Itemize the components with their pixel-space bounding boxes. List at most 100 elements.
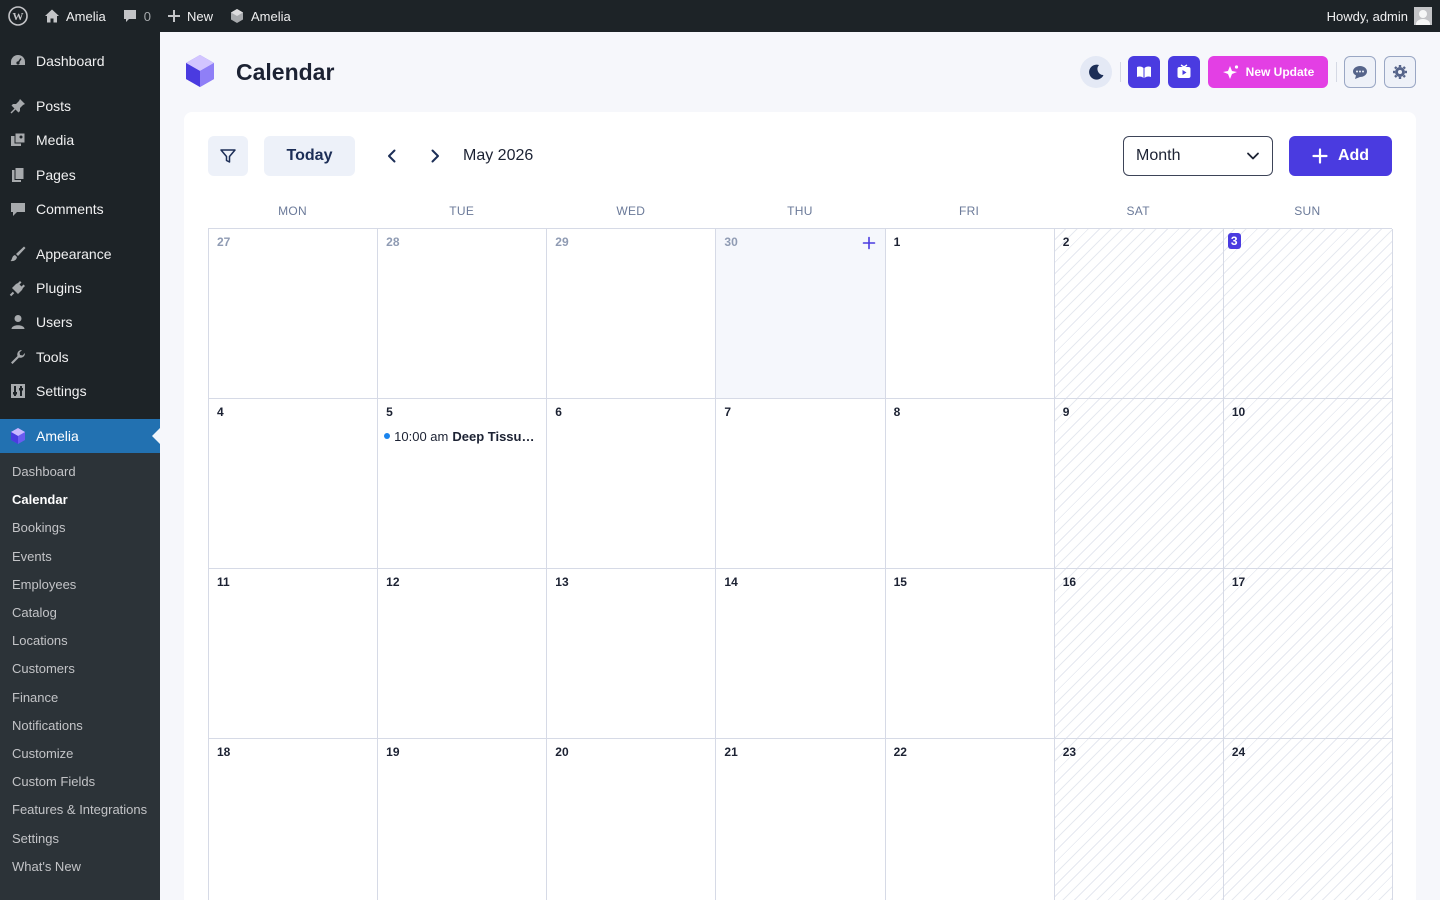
- sidebar-item-label: Comments: [36, 201, 104, 217]
- event-dot-icon: [384, 433, 391, 439]
- calendar-day-cell[interactable]: 27: [209, 229, 379, 399]
- submenu-customize[interactable]: Customize: [12, 744, 73, 764]
- book-icon: [1137, 66, 1151, 78]
- calendar-day-cell[interactable]: 2: [1054, 229, 1224, 399]
- sidebar-item-tools[interactable]: Tools: [0, 340, 160, 374]
- new-content-link[interactable]: New: [159, 0, 221, 32]
- day-number: 20: [555, 745, 569, 759]
- previous-month-button[interactable]: [378, 142, 406, 170]
- calendar-day-cell[interactable]: 24: [1223, 739, 1393, 900]
- calendar-day-cell[interactable]: 29: [547, 229, 717, 399]
- chevron-left-icon: [388, 149, 396, 163]
- sidebar-item-settings[interactable]: Settings: [0, 374, 160, 408]
- plus-icon: [1312, 148, 1328, 164]
- calendar-day-cell[interactable]: 3: [1223, 229, 1393, 399]
- calendar-day-cell[interactable]: 1: [885, 229, 1055, 399]
- day-number: 14: [724, 575, 738, 589]
- day-number: 15: [893, 575, 907, 589]
- event-time: 10:00 am: [394, 428, 449, 444]
- next-month-button[interactable]: [421, 142, 449, 170]
- brush-icon: [0, 245, 36, 263]
- calendar-day-cell[interactable]: 13: [547, 569, 717, 739]
- submenu-calendar[interactable]: Calendar: [12, 490, 68, 510]
- submenu-events[interactable]: Events: [12, 547, 52, 567]
- sidebar-item-media[interactable]: Media: [0, 123, 160, 157]
- sidebar-item-comments[interactable]: Comments: [0, 192, 160, 226]
- submenu-catalog[interactable]: Catalog: [12, 603, 57, 623]
- sparkle-icon: [1222, 65, 1238, 79]
- sidebar-item-appearance[interactable]: Appearance: [0, 237, 160, 271]
- submenu-settings[interactable]: Settings: [12, 829, 59, 849]
- amelia-icon: [0, 427, 36, 445]
- calendar-day-cell[interactable]: 12: [378, 569, 548, 739]
- support-chat-button[interactable]: [1344, 56, 1376, 88]
- calendar-day-cell[interactable]: 17: [1223, 569, 1393, 739]
- day-number: 4: [217, 405, 224, 419]
- calendar-day-cell[interactable]: 23: [1054, 739, 1224, 900]
- submenu-custom-fields[interactable]: Custom Fields: [12, 772, 95, 792]
- add-appointment-button[interactable]: Add: [1289, 136, 1392, 176]
- today-button[interactable]: Today: [264, 136, 355, 176]
- calendar-day-cell[interactable]: 4: [209, 399, 379, 569]
- submenu-customers[interactable]: Customers: [12, 659, 75, 679]
- calendar-day-cell[interactable]: 18: [209, 739, 379, 900]
- chevron-right-icon: [431, 149, 439, 163]
- submenu-features-integrations[interactable]: Features & Integrations: [12, 800, 147, 820]
- sidebar-item-plugins[interactable]: Plugins: [0, 271, 160, 305]
- calendar-day-cell[interactable]: 11: [209, 569, 379, 739]
- calendar-day-cell[interactable]: 10: [1223, 399, 1393, 569]
- calendar-day-cell[interactable]: 22: [886, 739, 1055, 900]
- calendar-day-cell[interactable]: 14: [716, 569, 886, 739]
- admin-bar: W Amelia 0 New Amelia Howdy, admin: [0, 0, 1440, 32]
- sidebar-item-dashboard[interactable]: Dashboard: [0, 44, 160, 78]
- submenu-notifications[interactable]: Notifications: [12, 716, 83, 736]
- filter-button[interactable]: [208, 136, 248, 176]
- video-tutorials-button[interactable]: [1168, 56, 1200, 88]
- day-number: 21: [724, 745, 738, 759]
- calendar-day-cell[interactable]: 30: [716, 229, 886, 399]
- submenu-whats-new[interactable]: What's New: [12, 857, 81, 877]
- view-select[interactable]: Month: [1123, 136, 1273, 176]
- submenu-finance[interactable]: Finance: [12, 688, 58, 708]
- calendar-day-cell[interactable]: 6: [547, 399, 717, 569]
- submenu-dashboard[interactable]: Dashboard: [12, 462, 76, 482]
- calendar-day-cell[interactable]: 21: [716, 739, 886, 900]
- sidebar-item-label: Users: [36, 314, 73, 330]
- calendar-day-cell[interactable]: 510:00 amDeep Tissue Massage: [378, 399, 548, 569]
- media-icon: [0, 131, 36, 149]
- day-number: 1: [893, 235, 901, 249]
- submenu-bookings[interactable]: Bookings: [12, 518, 65, 538]
- calendar-day-cell[interactable]: 19: [378, 739, 548, 900]
- comments-link[interactable]: 0: [114, 0, 159, 32]
- calendar-day-cell[interactable]: 16: [1054, 569, 1224, 739]
- day-number: 13: [555, 575, 569, 589]
- calendar-day-cell[interactable]: 8: [885, 399, 1055, 569]
- calendar-day-cell[interactable]: 9: [1054, 399, 1224, 569]
- new-update-button[interactable]: New Update: [1208, 56, 1328, 88]
- sidebar-item-label: Media: [36, 132, 75, 148]
- wordpress-logo-icon[interactable]: W: [0, 0, 36, 32]
- calendar-event[interactable]: 10:00 amDeep Tissue Massage: [384, 427, 540, 445]
- documentation-button[interactable]: [1128, 56, 1160, 88]
- add-in-day-icon[interactable]: [861, 235, 877, 251]
- settings-button[interactable]: [1384, 56, 1416, 88]
- sidebar-item-pages[interactable]: Pages: [0, 158, 160, 192]
- amelia-adminbar-link[interactable]: Amelia: [221, 0, 299, 32]
- calendar-day-cell[interactable]: 28: [378, 229, 548, 399]
- sidebar-item-posts[interactable]: Posts: [0, 89, 160, 123]
- dark-mode-toggle[interactable]: [1080, 56, 1112, 88]
- home-icon: [45, 9, 59, 23]
- site-name-link[interactable]: Amelia: [36, 0, 114, 32]
- new-label: New: [186, 8, 213, 24]
- sidebar-item-users[interactable]: Users: [0, 305, 160, 339]
- submenu-employees[interactable]: Employees: [12, 575, 76, 595]
- calendar-day-cell[interactable]: 15: [885, 569, 1055, 739]
- my-account-link[interactable]: Howdy, admin: [1327, 7, 1440, 25]
- pages-icon: [0, 166, 36, 184]
- submenu-locations[interactable]: Locations: [12, 631, 68, 651]
- day-number: 28: [386, 235, 400, 249]
- sidebar-item-amelia[interactable]: Amelia: [0, 419, 160, 453]
- day-number: 27: [217, 235, 231, 249]
- calendar-day-cell[interactable]: 7: [716, 399, 886, 569]
- calendar-day-cell[interactable]: 20: [547, 739, 717, 900]
